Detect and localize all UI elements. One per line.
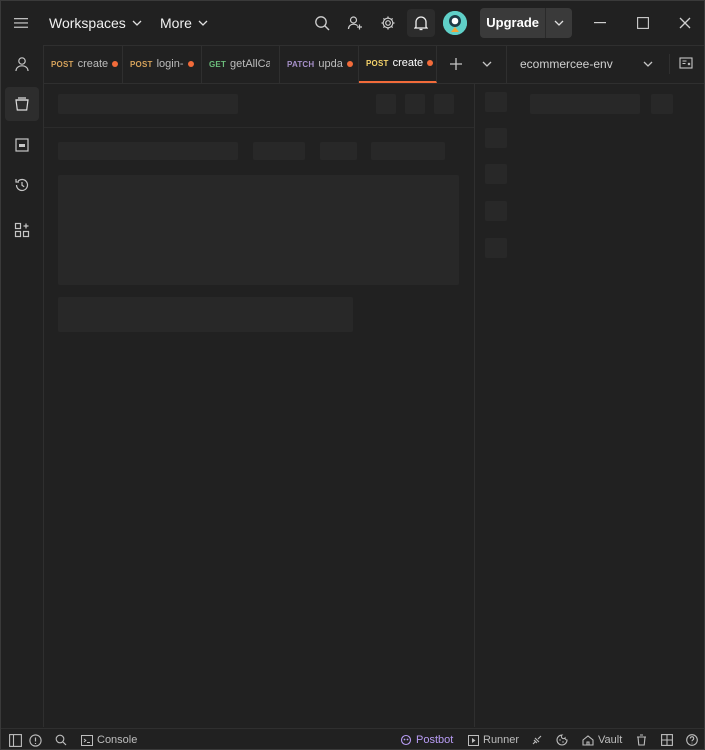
request-tabs: POST create POST login- GET getAllCa PAT…	[44, 45, 704, 84]
tab-method: POST	[366, 58, 389, 68]
more-menu[interactable]: More	[160, 13, 208, 33]
search-icon[interactable]	[308, 9, 336, 37]
history-icon[interactable]	[5, 168, 39, 202]
chevron-down-icon	[132, 20, 142, 26]
toggle-sidebar-icon[interactable]	[9, 732, 22, 748]
tab-request-2[interactable]: POST login-	[123, 45, 202, 83]
tab-name: getAllCa	[230, 58, 271, 70]
unsaved-dot-icon	[112, 61, 119, 67]
add-apps-icon[interactable]	[5, 213, 39, 247]
upgrade-button[interactable]: Upgrade	[480, 8, 572, 38]
runner-button[interactable]: Runner	[468, 732, 519, 748]
postbot-icon	[400, 734, 412, 746]
unsaved-dot-icon	[346, 61, 353, 67]
skeleton-block	[485, 128, 507, 148]
unsaved-dot-icon	[427, 60, 434, 66]
bell-icon[interactable]	[407, 9, 435, 37]
skeleton-block	[58, 297, 353, 332]
close-icon[interactable]	[675, 13, 695, 33]
tab-name: upda	[318, 58, 343, 70]
collections-icon[interactable]	[5, 87, 39, 121]
left-sidebar	[1, 45, 44, 727]
tab-method: POST	[130, 59, 153, 69]
tab-method: POST	[51, 59, 74, 69]
tab-method: PATCH	[287, 59, 315, 69]
vault-icon	[582, 734, 594, 746]
skeleton-block	[320, 142, 357, 160]
runner-icon	[468, 734, 479, 746]
skeleton-block	[376, 94, 396, 114]
tabs-dropdown-icon[interactable]	[477, 54, 497, 74]
invite-user-icon[interactable]	[341, 9, 369, 37]
skeleton-block	[253, 142, 305, 160]
vault-button[interactable]: Vault	[582, 732, 622, 748]
menu-icon[interactable]	[11, 13, 31, 33]
layout-icon[interactable]	[661, 732, 673, 748]
tab-request-1[interactable]: POST create	[44, 45, 123, 83]
avatar[interactable]	[443, 11, 467, 35]
skeleton-block	[485, 92, 507, 112]
settings-icon[interactable]	[374, 9, 402, 37]
find-icon[interactable]	[55, 732, 67, 748]
upgrade-dropdown[interactable]	[545, 8, 572, 38]
proxy-icon[interactable]	[531, 732, 543, 748]
right-panel-loading	[475, 84, 704, 727]
workspaces-menu[interactable]: Workspaces	[49, 13, 142, 33]
tab-method: GET	[209, 59, 227, 69]
workspaces-label: Workspaces	[49, 15, 126, 31]
tab-name: create	[77, 58, 109, 70]
postbot-button[interactable]: Postbot	[400, 732, 453, 748]
skeleton-block	[485, 201, 507, 221]
status-bar: Console Postbot Runner Vault	[1, 728, 704, 749]
environment-quick-look-icon[interactable]	[669, 54, 696, 74]
environments-icon[interactable]	[5, 128, 39, 162]
tab-name: create	[392, 57, 424, 69]
status-online-icon[interactable]	[29, 732, 42, 748]
chevron-down-icon	[554, 20, 564, 26]
console-icon	[81, 734, 93, 746]
tab-name: login-	[156, 58, 184, 70]
trash-icon[interactable]	[636, 732, 647, 748]
skeleton-block	[485, 164, 507, 184]
user-icon[interactable]	[5, 47, 39, 81]
console-label: Console	[97, 734, 138, 746]
unsaved-dot-icon	[187, 61, 194, 67]
upgrade-label: Upgrade	[486, 15, 539, 30]
skeleton-block	[58, 142, 238, 160]
tab-request-3[interactable]: GET getAllCa	[202, 45, 280, 83]
environment-label: ecommercee-env	[520, 57, 613, 71]
request-editor-loading	[44, 84, 475, 727]
cookies-icon[interactable]	[556, 732, 568, 748]
help-icon[interactable]	[686, 732, 698, 748]
skeleton-block	[371, 142, 445, 160]
skeleton-block	[58, 94, 238, 114]
skeleton-block	[651, 94, 673, 114]
app-window: Workspaces More Upgrade POST create POST…	[0, 0, 705, 750]
chevron-down-icon	[643, 61, 653, 67]
tab-request-5[interactable]: POST create	[359, 45, 437, 83]
skeleton-block	[530, 94, 640, 114]
console-button[interactable]: Console	[81, 732, 137, 748]
header-bar: Workspaces More Upgrade	[1, 1, 704, 46]
skeleton-block	[405, 94, 425, 114]
more-label: More	[160, 15, 192, 31]
minimize-icon[interactable]	[590, 13, 610, 33]
chevron-down-icon	[198, 20, 208, 26]
skeleton-block	[485, 238, 507, 258]
runner-label: Runner	[483, 734, 520, 746]
skeleton-block	[434, 94, 454, 114]
environment-selector[interactable]: ecommercee-env	[506, 45, 661, 83]
skeleton-block	[58, 175, 459, 285]
vault-label: Vault	[598, 734, 623, 746]
new-tab-icon[interactable]	[446, 54, 466, 74]
divider	[44, 127, 474, 128]
maximize-icon[interactable]	[633, 13, 653, 33]
postbot-label: Postbot	[416, 734, 454, 746]
tab-request-4[interactable]: PATCH upda	[280, 45, 359, 83]
